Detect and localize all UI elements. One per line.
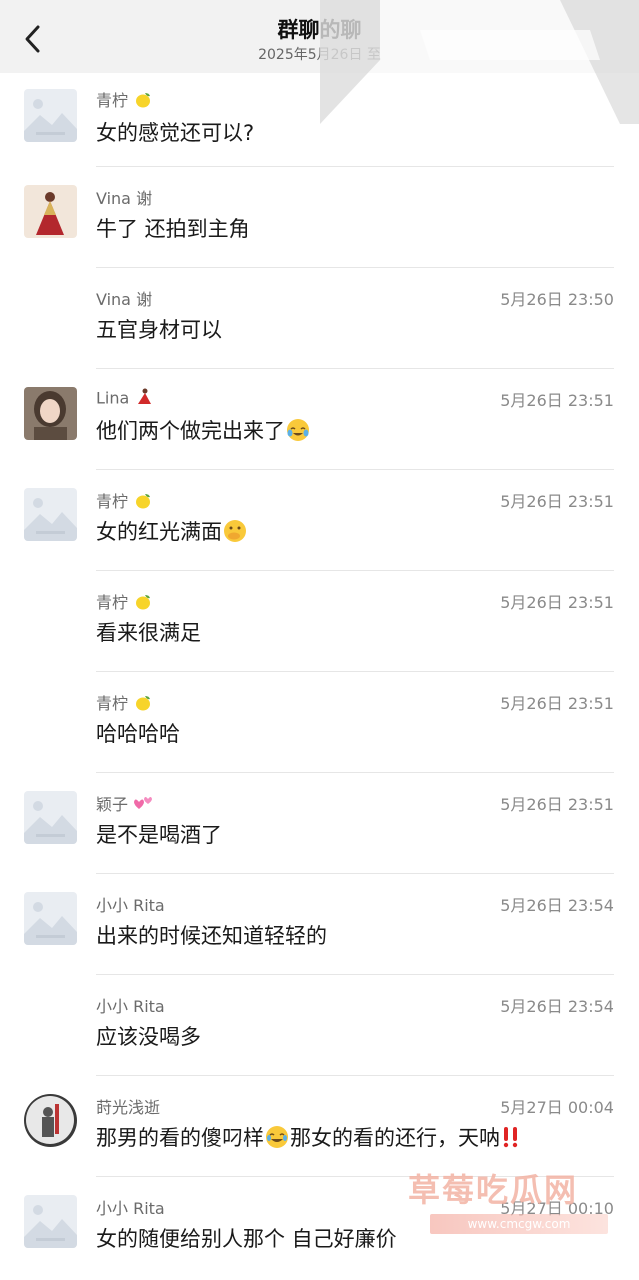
woman-portrait-avatar-icon bbox=[24, 387, 77, 440]
message-time: 5月26日 23:51 bbox=[500, 694, 614, 713]
laughing-tears-icon bbox=[264, 1124, 290, 1155]
sender-name: 颖子 bbox=[96, 795, 129, 814]
message-time: 5月26日 23:51 bbox=[500, 795, 614, 814]
message-time: 5月26日 23:54 bbox=[500, 997, 614, 1016]
lemon-icon bbox=[133, 491, 153, 515]
message-row[interactable]: 颖子 5月26日 23:51 是不是喝酒了 bbox=[0, 773, 639, 874]
message-row[interactable]: 青柠 女的感觉还可以? bbox=[0, 73, 639, 167]
message-text: 他们两个做完出来了 bbox=[96, 419, 285, 443]
avatar[interactable] bbox=[24, 185, 77, 238]
two-hearts-icon bbox=[133, 794, 155, 818]
double-exclamation-icon bbox=[500, 1125, 522, 1154]
message-row[interactable]: 小小 Rita 5月26日 23:54 出来的时候还知道轻轻的 bbox=[0, 874, 639, 975]
sender-name: 小小 Rita bbox=[96, 997, 165, 1016]
message-time: 5月26日 23:54 bbox=[500, 896, 614, 915]
message-row[interactable]: Vina 谢 牛了 还拍到主角 bbox=[0, 167, 639, 268]
message-text: 女的随便给别人那个 自己好廉价 bbox=[96, 1227, 397, 1251]
lemon-icon bbox=[133, 90, 153, 114]
message-row[interactable]: 青柠 5月26日 23:51 哈哈哈哈 bbox=[0, 672, 639, 773]
dancer-icon bbox=[134, 387, 154, 411]
date-range-subtitle: 2025年5月26日 至 bbox=[258, 47, 381, 63]
sender-name: Lina bbox=[96, 388, 130, 408]
message-time: 5月26日 23:51 bbox=[500, 492, 614, 511]
lemon-icon bbox=[133, 592, 153, 616]
placeholder-image-icon bbox=[24, 89, 77, 142]
sender-name: Vina 谢 bbox=[96, 290, 153, 309]
message-text: 应该没喝多 bbox=[96, 1025, 201, 1049]
sender-name: 青柠 bbox=[96, 694, 129, 713]
message-text: 看来很满足 bbox=[96, 621, 201, 645]
avatar[interactable] bbox=[24, 89, 77, 142]
message-time: 5月26日 23:50 bbox=[500, 290, 614, 309]
message-time: 5月26日 23:51 bbox=[500, 391, 614, 410]
page-title: 群聊的聊 bbox=[277, 18, 362, 42]
avatar[interactable] bbox=[24, 387, 77, 440]
chat-history-header: 群聊的聊 2025年5月26日 至 bbox=[0, 0, 639, 73]
message-row[interactable]: 青柠 5月26日 23:51 看来很满足 bbox=[0, 571, 639, 672]
sender-name: 青柠 bbox=[96, 492, 129, 511]
message-text: 牛了 还拍到主角 bbox=[96, 217, 250, 241]
watermark-url: www.cmcgw.com bbox=[430, 1214, 608, 1234]
message-time: 5月26日 23:51 bbox=[500, 593, 614, 612]
avatar[interactable] bbox=[24, 488, 77, 541]
message-text: 女的感觉还可以? bbox=[96, 121, 255, 145]
message-text: 出来的时候还知道轻轻的 bbox=[96, 924, 327, 948]
sender-name: 青柠 bbox=[96, 91, 129, 110]
sender-name: 莳光浅逝 bbox=[96, 1098, 161, 1117]
avatar[interactable] bbox=[24, 1094, 77, 1147]
avatar[interactable] bbox=[24, 892, 77, 945]
sender-name: 小小 Rita bbox=[96, 896, 165, 915]
message-row[interactable]: 小小 Rita 5月26日 23:54 应该没喝多 bbox=[0, 975, 639, 1076]
avatar[interactable] bbox=[24, 791, 77, 844]
sender-name: 小小 Rita bbox=[96, 1199, 165, 1218]
woman-red-dress-avatar-icon bbox=[24, 185, 77, 238]
message-row[interactable]: 莳光浅逝 5月27日 00:04 那男的看的傻叼样 那女的看的还行，天呐 bbox=[0, 1076, 639, 1177]
placeholder-image-icon bbox=[24, 488, 77, 541]
message-time: 5月27日 00:04 bbox=[500, 1098, 614, 1117]
placeholder-image-icon bbox=[24, 1195, 77, 1248]
sender-name: Vina 谢 bbox=[96, 189, 153, 208]
message-text: 哈哈哈哈 bbox=[96, 722, 180, 746]
message-text: 是不是喝酒了 bbox=[96, 823, 222, 847]
message-text-continued: 那女的看的还行，天呐 bbox=[290, 1126, 500, 1150]
thinking-hand-mouth-icon bbox=[222, 518, 248, 549]
message-text: 五官身材可以 bbox=[96, 318, 222, 342]
dark-figure-avatar-icon bbox=[24, 1094, 77, 1147]
message-row[interactable]: 青柠 5月26日 23:51 女的红光满面 bbox=[0, 470, 639, 571]
message-row[interactable]: Vina 谢 5月26日 23:50 五官身材可以 bbox=[0, 268, 639, 369]
message-row[interactable]: Lina 5月26日 23:51 他们两个做完出来了 bbox=[0, 369, 639, 470]
message-text: 那男的看的傻叼样 bbox=[96, 1126, 264, 1150]
sender-name: 青柠 bbox=[96, 593, 129, 612]
placeholder-image-icon bbox=[24, 791, 77, 844]
message-text: 女的红光满面 bbox=[96, 520, 222, 544]
avatar[interactable] bbox=[24, 1195, 77, 1248]
watermark-brand: 草莓吃瓜网 bbox=[408, 1171, 579, 1209]
placeholder-image-icon bbox=[24, 892, 77, 945]
crying-laughing-icon bbox=[285, 417, 311, 448]
lemon-icon bbox=[133, 693, 153, 717]
